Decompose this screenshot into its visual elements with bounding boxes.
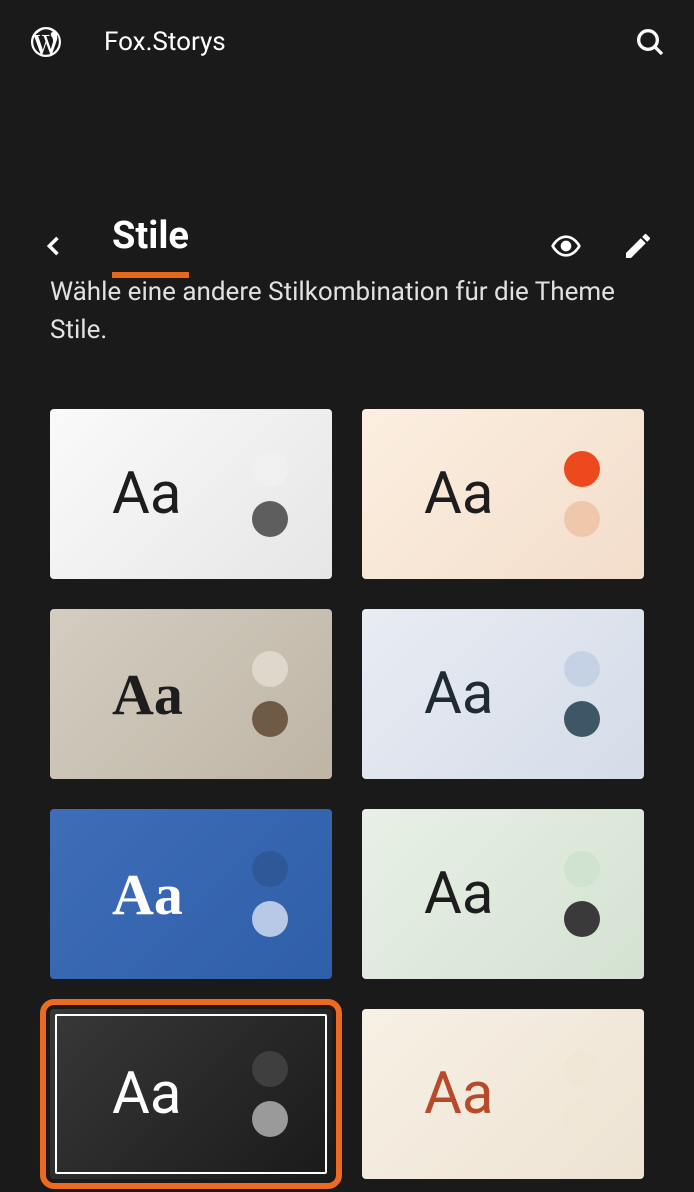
color-swatch-top-icon — [564, 1051, 600, 1087]
description-line-2: Stile. — [50, 312, 644, 350]
style-sample-text: Aa — [424, 460, 493, 528]
description-text: Wähle eine andere Stilkombination für di… — [0, 278, 694, 349]
page-title: Stile — [112, 214, 189, 278]
header-actions — [550, 230, 654, 262]
description-line-1: Wähle eine andere Stilkombination für di… — [50, 278, 644, 312]
color-swatch-bottom-icon — [252, 501, 288, 537]
color-swatch-top-icon — [564, 851, 600, 887]
style-sample-text: Aa — [112, 661, 183, 728]
style-card-inner: Aa — [50, 609, 332, 779]
style-card-2[interactable]: Aa — [50, 609, 332, 779]
style-card-inner: Aa — [362, 609, 644, 779]
style-card-inner: Aa — [50, 409, 332, 579]
style-card-1[interactable]: Aa — [362, 409, 644, 579]
search-icon[interactable] — [634, 26, 666, 58]
page-header-left: Stile — [40, 214, 189, 278]
color-swatch-bottom-icon — [564, 501, 600, 537]
style-sample-text: Aa — [112, 861, 183, 928]
color-swatch-bottom-icon — [564, 1101, 600, 1137]
color-swatch-bottom-icon — [252, 1101, 288, 1137]
color-swatch-top-icon — [252, 1051, 288, 1087]
styles-grid: Aa Aa Aa Aa Aa Aa Aa Aa — [0, 349, 694, 1179]
style-sample-text: Aa — [112, 460, 181, 528]
style-card-inner: Aa — [362, 409, 644, 579]
style-sample-text: Aa — [112, 1060, 181, 1128]
color-swatch-top-icon — [564, 451, 600, 487]
style-sample-text: Aa — [424, 1060, 493, 1128]
edit-pencil-icon[interactable] — [622, 230, 654, 262]
style-card-4[interactable]: Aa — [50, 809, 332, 979]
color-swatch-top-icon — [252, 651, 288, 687]
color-swatch-top-icon — [564, 651, 600, 687]
site-title[interactable]: Fox.Storys — [104, 27, 226, 57]
style-card-3[interactable]: Aa — [362, 609, 644, 779]
back-chevron-icon[interactable] — [40, 232, 68, 260]
style-card-inner: Aa — [50, 809, 332, 979]
style-card-inner: Aa — [362, 1009, 644, 1179]
top-bar-left: Fox.Storys — [28, 24, 226, 60]
color-swatch-top-icon — [252, 851, 288, 887]
style-card-6[interactable]: Aa — [50, 1009, 332, 1179]
style-card-inner: Aa — [362, 809, 644, 979]
style-sample-text: Aa — [424, 860, 493, 928]
color-swatch-top-icon — [252, 451, 288, 487]
color-swatch-bottom-icon — [252, 701, 288, 737]
style-card-0[interactable]: Aa — [50, 409, 332, 579]
style-card-7[interactable]: Aa — [362, 1009, 644, 1179]
color-swatch-bottom-icon — [564, 901, 600, 937]
top-bar: Fox.Storys — [0, 0, 694, 84]
wordpress-logo-icon[interactable] — [28, 24, 64, 60]
page-header: Stile — [0, 214, 694, 278]
color-swatch-bottom-icon — [252, 901, 288, 937]
preview-eye-icon[interactable] — [550, 230, 582, 262]
color-swatch-bottom-icon — [564, 701, 600, 737]
style-card-inner: Aa — [50, 1009, 332, 1179]
style-sample-text: Aa — [424, 660, 493, 728]
style-card-5[interactable]: Aa — [362, 809, 644, 979]
